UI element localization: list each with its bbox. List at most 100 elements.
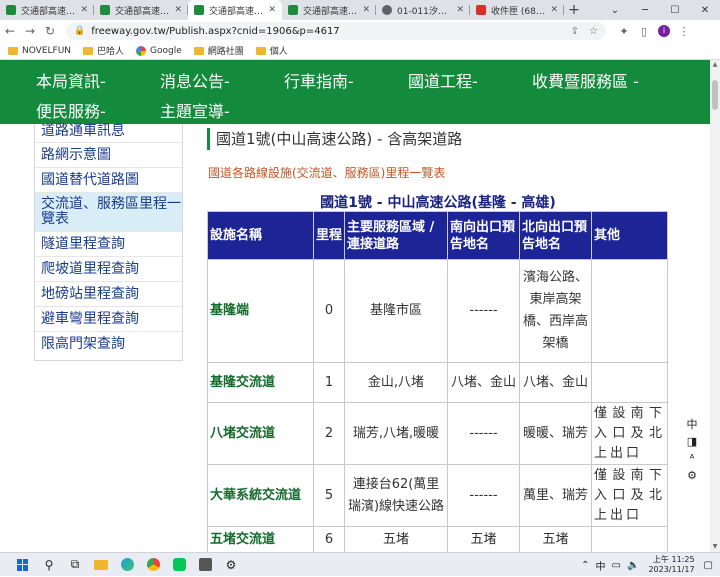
browser-tab[interactable]: 01-011汐止 - 汐止 ✕	[376, 0, 470, 20]
tab-title: 交通部高速公路局	[115, 6, 171, 17]
contrast-icon[interactable]: ◨	[684, 433, 700, 450]
note-cell	[591, 526, 668, 552]
page-title: 國道1號(中山高速公路) - 含高架道路	[207, 128, 462, 150]
font-size-icon[interactable]: ᴬ	[684, 450, 700, 467]
close-window-button[interactable]: ✕	[690, 0, 720, 20]
language-toggle-button[interactable]: 中	[684, 416, 700, 433]
side-menu: 道路通車訊息 路網示意圖 國道替代道路圖 交流道、服務區里程一覽表 隧道里程查詢…	[34, 124, 183, 361]
folder-icon	[193, 46, 204, 55]
service-area-cell: 基隆市區	[344, 259, 448, 363]
start-button[interactable]	[10, 554, 36, 576]
line-icon[interactable]	[166, 554, 192, 576]
file-explorer-icon[interactable]	[88, 554, 114, 576]
close-tab-icon[interactable]: ✕	[174, 5, 182, 15]
close-tab-icon[interactable]: ✕	[550, 5, 558, 15]
sidebar-item-height-limit[interactable]: 限高門架查詢	[35, 332, 182, 357]
scroll-up-icon[interactable]: ▲	[710, 60, 720, 70]
service-area-cell: 連接台62(萬里瑞濱)線快速公路	[344, 464, 448, 527]
nav-item-news[interactable]: 消息公告-	[160, 68, 230, 92]
southbound-cell: ------	[447, 464, 520, 527]
close-tab-icon[interactable]: ✕	[268, 5, 276, 15]
main-navigation: 本局資訊- 消息公告- 行車指南- 國道工程- 收費暨服務區 - 便民服務- 主…	[0, 60, 710, 124]
sidebar-item-runaway-ramp[interactable]: 避車彎里程查詢	[35, 307, 182, 332]
browser-tab[interactable]: 交通部高速公路局 ✕	[0, 0, 94, 20]
tab-title: 交通部高速公路局	[21, 6, 77, 17]
browser-tab[interactable]: 交通部高速公路局 ✕	[94, 0, 188, 20]
sidebar-item-road-opening[interactable]: 道路通車訊息	[35, 124, 182, 143]
search-icon[interactable]: ⚲	[36, 554, 62, 576]
table-caption: 國道1號 - 中山高速公路(基隆 - 高雄)	[320, 195, 556, 211]
favicon-icon	[288, 5, 298, 15]
table-row: 基隆端 0 基隆市區 ------ 濱海公路、東岸高架橋、西岸高架橋	[207, 259, 668, 363]
table-row: 五堵交流道 6 五堵 五堵 五堵	[207, 526, 668, 552]
sidepanel-icon[interactable]: ▯	[634, 25, 654, 38]
tab-title: 交通部高速公路局	[303, 6, 359, 17]
nav-item-bureau-info[interactable]: 本局資訊-	[36, 68, 106, 92]
windows-icon	[17, 558, 29, 571]
lock-icon[interactable]: 🔒	[74, 26, 85, 36]
sidebar-item-interchange-mileage[interactable]: 交流道、服務區里程一覽表	[35, 193, 182, 232]
note-cell: 僅設南下入口及北上出口	[591, 402, 668, 465]
bookmark-star-icon[interactable]: ☆	[589, 26, 598, 37]
share-icon[interactable]: ⇪	[571, 26, 579, 37]
forward-button[interactable]: →	[20, 21, 40, 41]
menu-icon[interactable]: ⋮	[674, 25, 694, 38]
page-scrollbar[interactable]: ▲ ▼	[710, 60, 720, 552]
column-header: 南向出口預告地名	[447, 211, 520, 260]
chrome-icon[interactable]	[140, 554, 166, 576]
close-tab-icon[interactable]: ✕	[80, 5, 88, 15]
sidebar-item-network-map[interactable]: 路網示意圖	[35, 143, 182, 168]
bookmark-folder[interactable]: 網路社團	[193, 44, 244, 57]
bookmark-folder[interactable]: 個人	[255, 44, 288, 57]
ime-indicator[interactable]: 中	[596, 558, 606, 573]
column-header: 其他	[591, 211, 668, 260]
minimize-button[interactable]: ─	[630, 0, 660, 20]
close-tab-icon[interactable]: ✕	[456, 5, 464, 15]
notification-icon[interactable]: ▢	[704, 560, 713, 571]
bookmark-folder[interactable]: 巴哈人	[83, 44, 124, 57]
network-icon[interactable]: ▭	[612, 560, 621, 571]
scroll-down-icon[interactable]: ▼	[710, 542, 720, 552]
mileage-cell: 6	[313, 526, 345, 552]
nav-item-toll-service[interactable]: 收費暨服務區 -	[532, 68, 639, 92]
facility-name: 大華系統交流道	[207, 464, 314, 527]
app-icon[interactable]	[192, 554, 218, 576]
southbound-cell: 五堵	[447, 526, 520, 552]
url-text[interactable]: freeway.gov.tw/Publish.aspx?cnid=1906&p=…	[91, 26, 560, 37]
nav-item-topics[interactable]: 主題宣導-	[160, 98, 230, 122]
sidebar-item-weigh-station[interactable]: 地磅站里程查詢	[35, 282, 182, 307]
chevron-up-icon[interactable]: ⌃	[581, 560, 589, 571]
reload-button[interactable]: ↻	[40, 21, 60, 41]
southbound-cell: 八堵、金山	[447, 362, 520, 403]
sidebar-item-alternate-routes[interactable]: 國道替代道路圖	[35, 168, 182, 193]
scrollbar-thumb[interactable]	[712, 80, 718, 110]
browser-tab-active[interactable]: 交通部高速公路局 ✕	[188, 0, 282, 20]
bookmark-link[interactable]: Google	[136, 45, 182, 56]
close-tab-icon[interactable]: ✕	[362, 5, 370, 15]
task-view-icon[interactable]: ⧉	[62, 554, 88, 576]
mileage-table: 設施名稱 里程 主要服務區域 / 連接道路 南向出口預告地名 北向出口預告地名 …	[207, 211, 668, 552]
tab-strip: 交通部高速公路局 ✕ 交通部高速公路局 ✕ 交通部高速公路局 ✕ 交通部高速公路…	[0, 0, 720, 20]
address-bar[interactable]: 🔒 freeway.gov.tw/Publish.aspx?cnid=1906&…	[66, 22, 606, 40]
settings-app-icon[interactable]: ⚙	[218, 554, 244, 576]
settings-icon[interactable]: ⚙	[684, 467, 700, 484]
volume-icon[interactable]: 🔈	[627, 560, 639, 571]
new-tab-button[interactable]: +	[564, 0, 584, 20]
browser-tab[interactable]: 交通部高速公路局 ✕	[282, 0, 376, 20]
floating-tools: 中 ◨ ᴬ ⚙	[684, 416, 700, 484]
nav-item-public-service[interactable]: 便民服務-	[36, 98, 106, 122]
system-tray: ⌃ 中 ▭ 🔈 上午 11:25 2023/11/17 ▢	[578, 553, 716, 577]
tab-search-icon[interactable]: ⌄	[600, 0, 630, 20]
back-button[interactable]: ←	[0, 21, 20, 41]
edge-icon[interactable]	[114, 554, 140, 576]
nav-item-driving-guide[interactable]: 行車指南-	[284, 68, 354, 92]
extensions-icon[interactable]: ✦	[614, 25, 634, 38]
profile-avatar[interactable]: i	[658, 25, 670, 37]
bookmark-folder[interactable]: NOVELFUN	[8, 46, 71, 56]
browser-tab[interactable]: 收件匣 (682) - blu ✕	[470, 0, 564, 20]
maximize-button[interactable]: ☐	[660, 0, 690, 20]
clock[interactable]: 上午 11:25 2023/11/17	[648, 555, 694, 575]
sidebar-item-climbing-lane[interactable]: 爬坡道里程查詢	[35, 257, 182, 282]
nav-item-engineering[interactable]: 國道工程-	[408, 68, 478, 92]
sidebar-item-tunnel-mileage[interactable]: 隧道里程查詢	[35, 232, 182, 257]
